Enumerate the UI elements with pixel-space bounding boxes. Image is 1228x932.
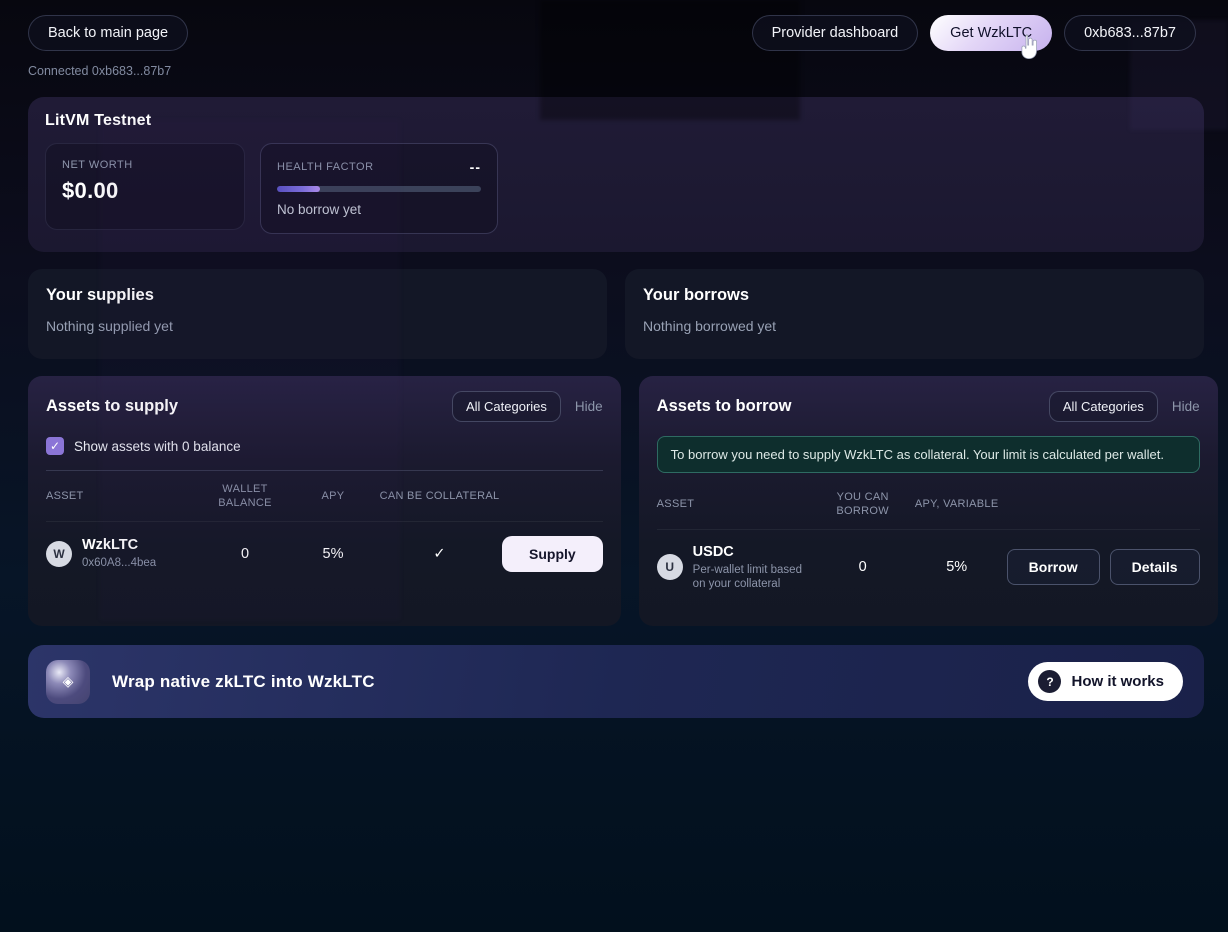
topbar-right-group: Provider dashboard Get WzkLTC 0xb683...8… (752, 15, 1196, 51)
checkbox-checked-icon[interactable]: ✓ (46, 437, 64, 455)
health-factor-bar (277, 186, 481, 192)
your-borrows-title: Your borrows (643, 286, 1186, 305)
assets-to-borrow-title: Assets to borrow (657, 397, 792, 416)
market-title: LitVM Testnet (45, 112, 1187, 130)
supply-col-asset: ASSET (46, 490, 201, 502)
your-supplies-panel: Your supplies Nothing supplied yet (28, 269, 607, 359)
borrow-col-asset: ASSET (657, 498, 819, 510)
collateral-check-icon: ✓ (377, 546, 502, 562)
asset-symbol: WzkLTC (82, 537, 156, 553)
borrow-button[interactable]: Borrow (1007, 549, 1100, 585)
top-bar: Back to main page Provider dashboard Get… (0, 0, 1228, 51)
wrap-banner-title: Wrap native zkLTC into WzkLTC (112, 672, 375, 692)
supply-col-wallet-balance: WALLET BALANCE (201, 482, 289, 511)
net-worth-value: $0.00 (62, 178, 228, 204)
you-can-borrow-value: 0 (819, 559, 907, 575)
table-row: W WzkLTC 0x60A8...4bea 0 5% ✓ Supply (46, 522, 603, 584)
supply-col-apy: APY (289, 489, 377, 503)
net-worth-label: NET WORTH (62, 159, 228, 171)
supply-col-collateral: CAN BE COLLATERAL (377, 489, 502, 503)
market-stat-cards: NET WORTH $0.00 HEALTH FACTOR -- No borr… (45, 143, 1187, 234)
borrow-categories-filter-button[interactable]: All Categories (1049, 391, 1158, 422)
app-background: Back to main page Provider dashboard Get… (0, 0, 1228, 932)
your-borrows-empty-text: Nothing borrowed yet (643, 318, 1186, 334)
borrow-apy-value: 5% (907, 559, 1007, 575)
your-supplies-title: Your supplies (46, 286, 589, 305)
net-worth-card: NET WORTH $0.00 (45, 143, 245, 230)
health-factor-bar-fill (277, 186, 320, 192)
question-mark-icon: ? (1038, 670, 1061, 693)
borrow-table-header: ASSET YOU CAN BORROW APY, VARIABLE (657, 479, 1200, 530)
health-factor-card: HEALTH FACTOR -- No borrow yet (260, 143, 498, 234)
asset-symbol: USDC (693, 544, 805, 560)
borrow-hide-link[interactable]: Hide (1172, 399, 1200, 414)
supply-categories-filter-button[interactable]: All Categories (452, 391, 561, 422)
wrap-banner: ◈ Wrap native zkLTC into WzkLTC ? How it… (28, 645, 1204, 718)
show-zero-balance-label: Show assets with 0 balance (74, 439, 241, 454)
borrow-col-apy-variable: APY, VARIABLE (907, 497, 1007, 511)
supply-hide-link[interactable]: Hide (575, 399, 603, 414)
connected-status: Connected 0xb683...87b7 (28, 64, 1228, 78)
borrow-col-you-can-borrow: YOU CAN BORROW (819, 490, 907, 519)
details-button[interactable]: Details (1110, 549, 1200, 585)
back-to-main-page-button[interactable]: Back to main page (28, 15, 188, 51)
wrap-token-icon: ◈ (46, 660, 90, 704)
asset-address: 0x60A8...4bea (82, 556, 156, 570)
usdc-coin-icon: U (657, 554, 683, 580)
your-supplies-empty-text: Nothing supplied yet (46, 318, 589, 334)
assets-to-supply-title: Assets to supply (46, 397, 178, 416)
assets-to-supply-panel: Assets to supply All Categories Hide ✓ S… (28, 376, 621, 626)
borrow-notice-banner: To borrow you need to supply WzkLTC as c… (657, 436, 1200, 473)
wallet-address-button[interactable]: 0xb683...87b7 (1064, 15, 1196, 51)
get-wzkltc-button[interactable]: Get WzkLTC (930, 15, 1052, 51)
supply-table-header: ASSET WALLET BALANCE APY CAN BE COLLATER… (46, 471, 603, 522)
wallet-balance-value: 0 (201, 546, 289, 562)
asset-note: Per-wallet limit based on your collatera… (693, 563, 805, 592)
supply-button[interactable]: Supply (502, 536, 603, 572)
provider-dashboard-button[interactable]: Provider dashboard (752, 15, 919, 51)
assets-to-borrow-panel: Assets to borrow All Categories Hide To … (639, 376, 1218, 626)
health-factor-value: -- (470, 159, 481, 175)
how-it-works-label: How it works (1071, 673, 1164, 690)
health-factor-note: No borrow yet (277, 202, 481, 217)
market-overview-panel: LitVM Testnet NET WORTH $0.00 HEALTH FAC… (28, 97, 1204, 252)
table-row: U USDC Per-wallet limit based on your co… (657, 530, 1200, 604)
your-borrows-panel: Your borrows Nothing borrowed yet (625, 269, 1204, 359)
how-it-works-button[interactable]: ? How it works (1028, 662, 1183, 701)
supply-apy-value: 5% (289, 546, 377, 562)
show-zero-balance-toggle[interactable]: ✓ Show assets with 0 balance (46, 437, 603, 455)
wzkltc-coin-icon: W (46, 541, 72, 567)
health-factor-label: HEALTH FACTOR (277, 161, 374, 173)
